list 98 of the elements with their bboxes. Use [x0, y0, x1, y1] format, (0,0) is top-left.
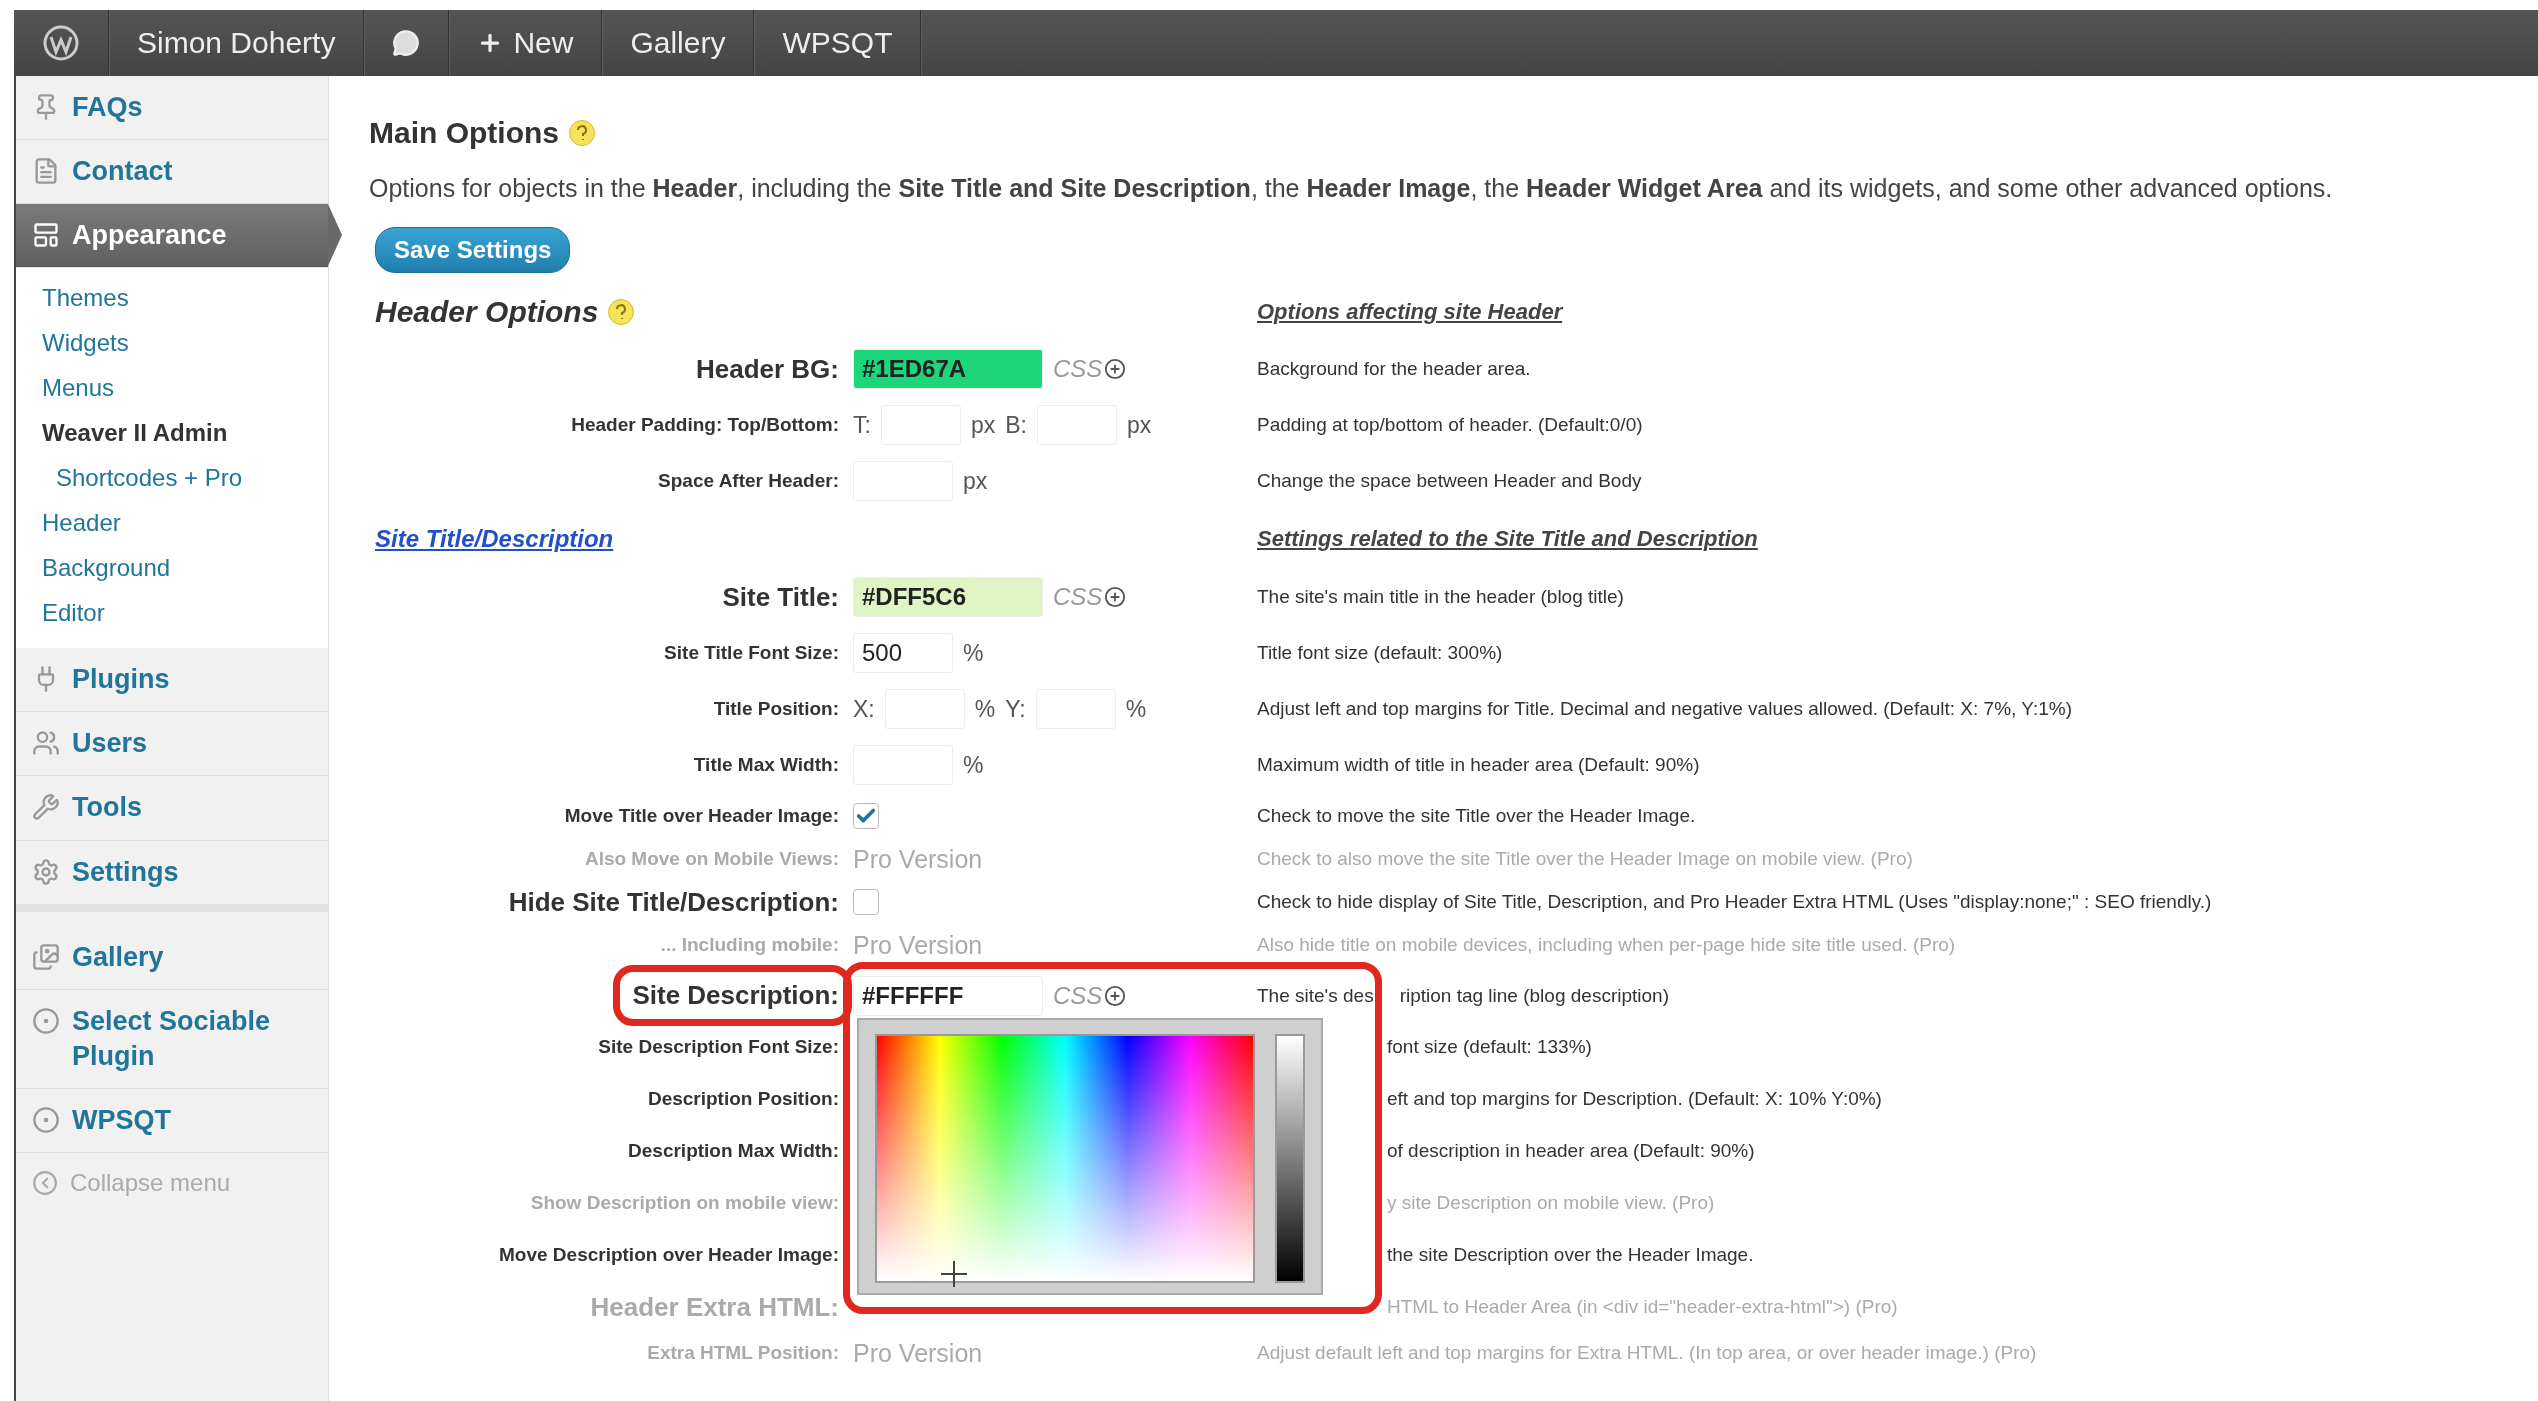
submenu-item[interactable]: Editor — [16, 591, 328, 637]
unit-label: px — [970, 411, 996, 439]
option-description: Background for the header area. — [1257, 358, 1531, 380]
submenu-item[interactable]: Widgets — [16, 321, 328, 367]
option-label: ... Including mobile: — [660, 934, 839, 956]
unit-label: px — [1126, 411, 1152, 439]
color-field[interactable]: #FFFFFF — [853, 975, 1043, 1016]
option-label: Description Max Width: — [628, 1140, 839, 1162]
help-icon[interactable] — [569, 120, 595, 146]
option-description: font size (default: 133%) — [1386, 1036, 1592, 1058]
layout-icon — [32, 221, 60, 250]
section-link[interactable]: Site Title/Description — [375, 525, 614, 553]
option-label: Title Position: — [713, 698, 839, 720]
option-label: Site Title Font Size: — [664, 642, 839, 664]
option-label: Description Position: — [647, 1088, 839, 1110]
add-icon[interactable] — [1104, 358, 1127, 380]
css-label: CSS — [1053, 981, 1103, 1010]
toolbar-link[interactable]: Gallery — [602, 10, 755, 76]
unit-label: px — [963, 467, 988, 495]
speech-bubble-icon — [392, 29, 421, 57]
color-field[interactable]: #DFF5C6 — [853, 577, 1043, 617]
css-label: CSS — [1053, 583, 1103, 611]
option-description: Maximum width of title in header area (Default: 90%) — [1257, 754, 1700, 776]
option-description: Adjust default left and top margins for Extra HTML. (In top area, or over header image.) (Pro) — [1257, 1342, 2037, 1364]
save-settings-button[interactable]: Save Settings — [375, 227, 571, 273]
pro-version-text: Pro Version — [853, 1338, 983, 1368]
option-description: y site Description on mobile view. (Pro) — [1386, 1192, 1715, 1214]
new-button[interactable]: New — [449, 10, 603, 76]
option-description: eft and top margins for Description. (Default: X: 10% Y:0%) — [1386, 1088, 1882, 1110]
submenu-item[interactable]: Menus — [16, 366, 328, 412]
option-description: Padding at top/bottom of header. (Default:0/0) — [1257, 414, 1643, 436]
brightness-strip[interactable] — [1275, 1033, 1305, 1283]
crosshair-icon — [941, 1260, 967, 1287]
submenu-item[interactable]: Background — [16, 546, 328, 592]
submenu-item[interactable]: Header — [16, 501, 328, 547]
field-prefix: Y: — [1005, 695, 1026, 723]
option-label: Space After Header: — [658, 470, 839, 492]
option-description: Check to also move the site Title over the Header Image on mobile view. (Pro) — [1257, 848, 1913, 870]
pro-version-text: Pro Version — [853, 930, 983, 960]
option-description: Adjust left and top margins for Title. Decimal and negative values allowed. (Default: X: 7%, Y:1%) — [1257, 698, 2072, 720]
css-label: CSS — [1053, 355, 1103, 383]
help-icon[interactable] — [608, 299, 635, 325]
intro-text: Options for objects in the Header, including the Site Title and Site Description, the Header Image, the Header Widget Area and its widgets, and some other advanced options. — [369, 174, 2334, 203]
option-description: The site's main title in the header (blog title) — [1257, 586, 1624, 608]
section-description: Settings related to the Site Title and Description — [1257, 526, 1759, 552]
field-prefix: X: — [853, 695, 875, 723]
option-description: Also hide title on mobile devices, including when per-page hide site title used. (Pro) — [1257, 934, 1956, 956]
submenu-item[interactable]: Themes — [16, 276, 328, 322]
option-description: Check to move the site Title over the Header Image. — [1257, 805, 1696, 827]
option-label: Site Description: — [613, 965, 852, 1026]
users-icon — [32, 729, 60, 758]
images-icon — [32, 942, 60, 971]
option-label: Show Description on mobile view: — [530, 1192, 839, 1214]
unit-label: % — [963, 751, 984, 779]
field-prefix: B: — [1005, 411, 1027, 439]
circle-icon — [32, 1105, 60, 1134]
toolbar-link[interactable]: WPSQT — [754, 10, 922, 76]
option-label: Hide Site Title/Description: — [508, 886, 839, 918]
wordpress-logo-icon — [42, 24, 80, 62]
color-field[interactable]: #1ED67A — [853, 349, 1043, 389]
option-label: Header Extra HTML: — [590, 1291, 839, 1323]
submenu-item[interactable]: Shortcodes + Pro — [16, 456, 328, 502]
option-description: of description in header area (Default: 90%) — [1386, 1140, 1755, 1162]
option-description: ription tag line (blog description) — [1399, 984, 1669, 1007]
add-icon[interactable] — [1104, 586, 1127, 608]
submenu-item[interactable]: Weaver II Admin — [16, 411, 328, 457]
checkbox[interactable] — [853, 889, 879, 915]
circle-icon — [32, 1006, 60, 1035]
option-label: Site Title: — [722, 581, 839, 613]
option-description: Change the space between Header and Body — [1257, 470, 1642, 492]
option-description: the site Description over the Header Image. — [1386, 1244, 1754, 1266]
number-field[interactable]: 500 — [853, 633, 953, 673]
unit-label: % — [974, 695, 996, 723]
pro-version-text: Pro Version — [853, 844, 983, 874]
section-heading: Header Options — [375, 295, 599, 329]
option-label: Move Title over Header Image: — [564, 805, 839, 827]
option-label: Move Description over Header Image: — [499, 1244, 839, 1266]
option-label: Title Max Width: — [693, 754, 839, 776]
unit-label: % — [1125, 695, 1147, 723]
settings-icon — [32, 857, 60, 886]
option-description: HTML to Header Area (in <div id="header-extra-html">) (Pro) — [1386, 1296, 1898, 1318]
checkbox[interactable] — [853, 803, 879, 829]
option-label: Header Padding: Top/Bottom: — [571, 414, 839, 436]
option-label: Also Move on Mobile Views: — [584, 848, 839, 870]
section-description: Options affecting site Header — [1257, 299, 1565, 325]
option-label: Site Description Font Size: — [598, 1036, 839, 1058]
add-icon[interactable] — [1104, 984, 1127, 1007]
sidebar-item[interactable]: Appearance — [16, 204, 328, 269]
collapse-icon — [32, 1170, 58, 1197]
option-description: Check to hide display of Site Title, Description, and Pro Header Extra HTML (Uses "display:none;" : SEO friendly.) — [1257, 891, 2212, 913]
field-prefix: T: — [853, 411, 871, 439]
unit-label: % — [963, 639, 984, 667]
option-description: Title font size (default: 300%) — [1257, 642, 1503, 664]
wrench-icon — [32, 793, 60, 822]
option-label: Header BG: — [695, 353, 839, 385]
option-label: Extra HTML Position: — [647, 1342, 839, 1364]
option-description: The site's des — [1257, 984, 1374, 1007]
page-title: Main Options — [369, 116, 559, 150]
